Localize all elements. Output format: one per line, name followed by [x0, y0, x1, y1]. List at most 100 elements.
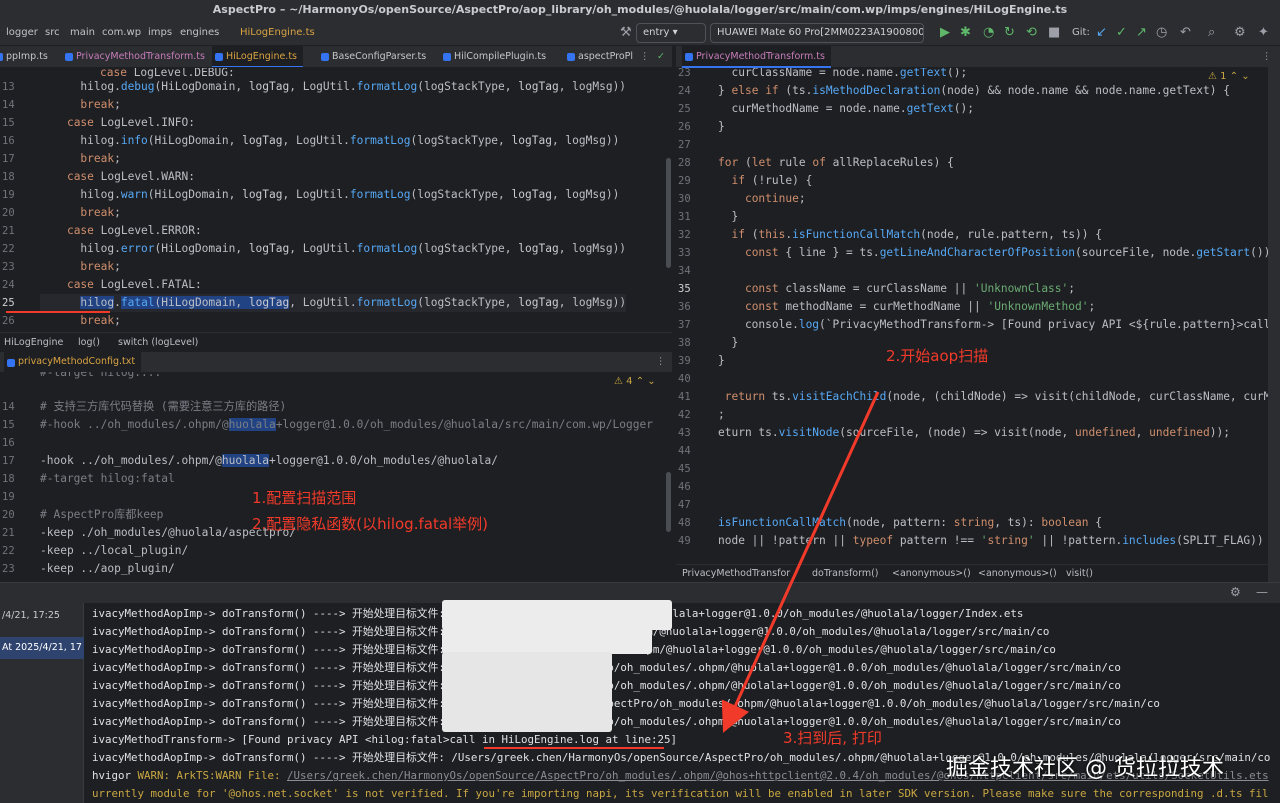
code-line: hilog.info(HiLogDomain, logTag, LogUtil.…	[40, 134, 620, 147]
attach-icon[interactable]: ⟲	[1026, 20, 1037, 45]
crumb-log[interactable]: log()	[78, 333, 100, 353]
tab-privacy-method-config[interactable]: privacyMethodConfig.txt	[4, 352, 142, 374]
config-scrollbar[interactable]	[666, 472, 671, 532]
crumb-hilog-engine[interactable]: HiLogEngine	[4, 333, 63, 353]
line-number: 22	[2, 243, 15, 255]
line-number: 32	[678, 229, 691, 241]
profile-icon[interactable]: ◔	[983, 20, 994, 45]
line-number: 30	[678, 193, 691, 205]
config-tabs-more-icon[interactable]: ⋮	[656, 352, 666, 372]
line-number: 17	[2, 153, 15, 165]
crumb-do-transform[interactable]: doTransform()	[812, 565, 879, 583]
check-icon: ✓	[657, 51, 665, 62]
code-line: isFunctionCallMatch(node, pattern: strin…	[718, 516, 1102, 529]
code-line: #-target hilog:fatal	[40, 472, 175, 485]
code-line: const { line } = ts.getLineAndCharacterO…	[744, 246, 1278, 259]
code-line: break;	[80, 314, 121, 327]
line-number: 19	[2, 189, 15, 201]
right-tool-strip[interactable]	[1268, 46, 1280, 582]
code-line: hilog.debug(HiLogDomain, logTag, LogUtil…	[40, 80, 627, 93]
crumb-switch[interactable]: switch (logLevel)	[118, 333, 198, 353]
code-line: -keep ../aop_plugin/	[40, 562, 175, 575]
breadcrumb-src[interactable]: src	[45, 20, 60, 45]
left-editor-breadcrumb: HiLogEngine log() switch (logLevel)	[0, 332, 672, 352]
line-number: 36	[678, 301, 691, 313]
hammer-icon[interactable]: ⚒	[620, 20, 632, 45]
tab-base-config-parser[interactable]: BaseConfigParser.ts	[318, 46, 432, 67]
settings-icon[interactable]: ⚙	[1234, 20, 1246, 45]
tabs-more-icon[interactable]: ⋮	[640, 46, 650, 67]
right-editor-breadcrumb: PrivacyMethodTransfor doTransform() <ano…	[676, 564, 1280, 582]
code-line: }	[718, 210, 739, 223]
line-number: 15	[2, 419, 15, 431]
line-number: 24	[678, 85, 691, 97]
annotation-config-scope: 1.配置扫描范围	[252, 489, 357, 507]
apply-changes-icon[interactable]: ↻	[1004, 20, 1015, 45]
breadcrumb-engines[interactable]: engines	[180, 20, 219, 45]
debug-icon[interactable]: ✱	[960, 20, 971, 45]
stop-icon[interactable]: ■	[1048, 20, 1060, 45]
run-config-select[interactable]: entry ▾	[636, 23, 706, 43]
code-line: case LogLevel.ERROR:	[66, 224, 202, 237]
hilog-engine-editor[interactable]: case LogLevel.DEBUG: 13 hilog.debug(HiLo…	[0, 68, 672, 332]
tab-hilog-engine[interactable]: HiLogEngine.ts	[212, 46, 304, 67]
git-push-icon[interactable]: ↗	[1136, 20, 1147, 45]
line-number: 41	[678, 391, 691, 403]
git-commit-icon[interactable]: ✓	[1116, 20, 1127, 45]
code-line: } else if (ts.isMethodDeclaration(node) …	[718, 84, 1230, 97]
history-icon[interactable]: ◷	[1156, 20, 1167, 45]
warning-indicator[interactable]: ⚠ 4 ⌃ ⌄	[614, 376, 656, 387]
code-line: #-hook ../oh_modules/.ohpm/@huolala+logg…	[40, 418, 653, 431]
line-number: 28	[678, 157, 691, 169]
run-item-1[interactable]: /4/21, 17:25	[0, 605, 84, 627]
line-number: 45	[678, 463, 691, 475]
line-number: 43	[678, 427, 691, 439]
breadcrumb-logger[interactable]: logger	[6, 20, 38, 45]
crumb-anonymous-2[interactable]: <anonymous>()	[978, 565, 1057, 583]
privacy-config-editor[interactable]: ⚠ 4 ⌃ ⌄ 14 # 支持三方库代码替换 (需要注意三方库的路径) 15 #-ho…	[0, 372, 672, 582]
breadcrumb-imps[interactable]: imps	[148, 20, 172, 45]
code-line: case LogLevel.INFO:	[66, 116, 195, 129]
line-number: 15	[2, 117, 15, 129]
line-number: 46	[678, 481, 691, 493]
line-number: 48	[678, 517, 691, 529]
line-number: 31	[678, 211, 691, 223]
assistant-icon[interactable]: ✦	[1258, 20, 1269, 45]
run-minimize-icon[interactable]: —	[1256, 585, 1268, 599]
tab-ppimp[interactable]: ppImp.ts	[0, 46, 54, 67]
tab-hil-compile-plugin[interactable]: HilCompilePlugin.ts	[440, 46, 552, 67]
window-title: AspectPro – ~/HarmonyOs/openSource/Aspec…	[0, 0, 1280, 20]
editor-scrollbar[interactable]	[666, 158, 671, 268]
tab-aspect-pro-plugin[interactable]: aspectProPl	[564, 46, 639, 67]
code-line: if (!rule) {	[731, 174, 813, 187]
crumb-visit[interactable]: visit()	[1066, 565, 1093, 583]
line-number: 18	[2, 171, 15, 183]
rollback-icon[interactable]: ↶	[1180, 20, 1191, 45]
code-line: case LogLevel.WARN:	[66, 170, 195, 183]
code-line: console.log(`PrivacyMethodTransform-> [F…	[718, 318, 1280, 331]
tab-privacy-method-transform-right[interactable]: PrivacyMethodTransform.ts	[682, 46, 831, 68]
search-icon[interactable]: ⌕	[1208, 20, 1215, 45]
code-line: hilog.error(HiLogDomain, logTag, LogUtil…	[40, 242, 627, 255]
device-label: HUAWEI Mate 60 Pro[2MM0223A19008006]	[717, 27, 924, 38]
line-number: 16	[2, 135, 15, 147]
run-item-2[interactable]: At 2025/4/21, 17	[0, 637, 84, 659]
breadcrumb-file[interactable]: HiLogEngine.ts	[240, 20, 315, 45]
code-line: case LogLevel.FATAL:	[66, 278, 202, 291]
crumb-anonymous-1[interactable]: <anonymous>()	[892, 565, 971, 583]
left-editor-tabs: ppImp.ts PrivacyMethodTransform.ts HiLog…	[0, 46, 672, 68]
breadcrumb-comwp[interactable]: com.wp	[102, 20, 141, 45]
tab-privacy-method-transform[interactable]: PrivacyMethodTransform.ts	[62, 46, 211, 67]
run-icon[interactable]: ▶	[940, 20, 950, 45]
crumb-transform[interactable]: PrivacyMethodTransfor	[682, 565, 790, 583]
git-update-icon[interactable]: ↙	[1096, 20, 1107, 45]
run-settings-icon[interactable]: ⚙	[1230, 585, 1241, 599]
line-number: 47	[678, 499, 691, 511]
line-number: 37	[678, 319, 691, 331]
right-warning-indicator[interactable]: ⚠ 1 ⌃ ⌄	[1208, 71, 1250, 82]
code-line: hilog.warn(HiLogDomain, logTag, LogUtil.…	[40, 188, 620, 201]
breadcrumb-main[interactable]: main	[70, 20, 95, 45]
line-number: 40	[678, 373, 691, 385]
privacy-transform-editor[interactable]: ⚠ 1 ⌃ ⌄ 23 curClassName = node.name.getT…	[676, 68, 1280, 566]
device-select[interactable]: HUAWEI Mate 60 Pro[2MM0223A19008006]	[710, 23, 924, 43]
